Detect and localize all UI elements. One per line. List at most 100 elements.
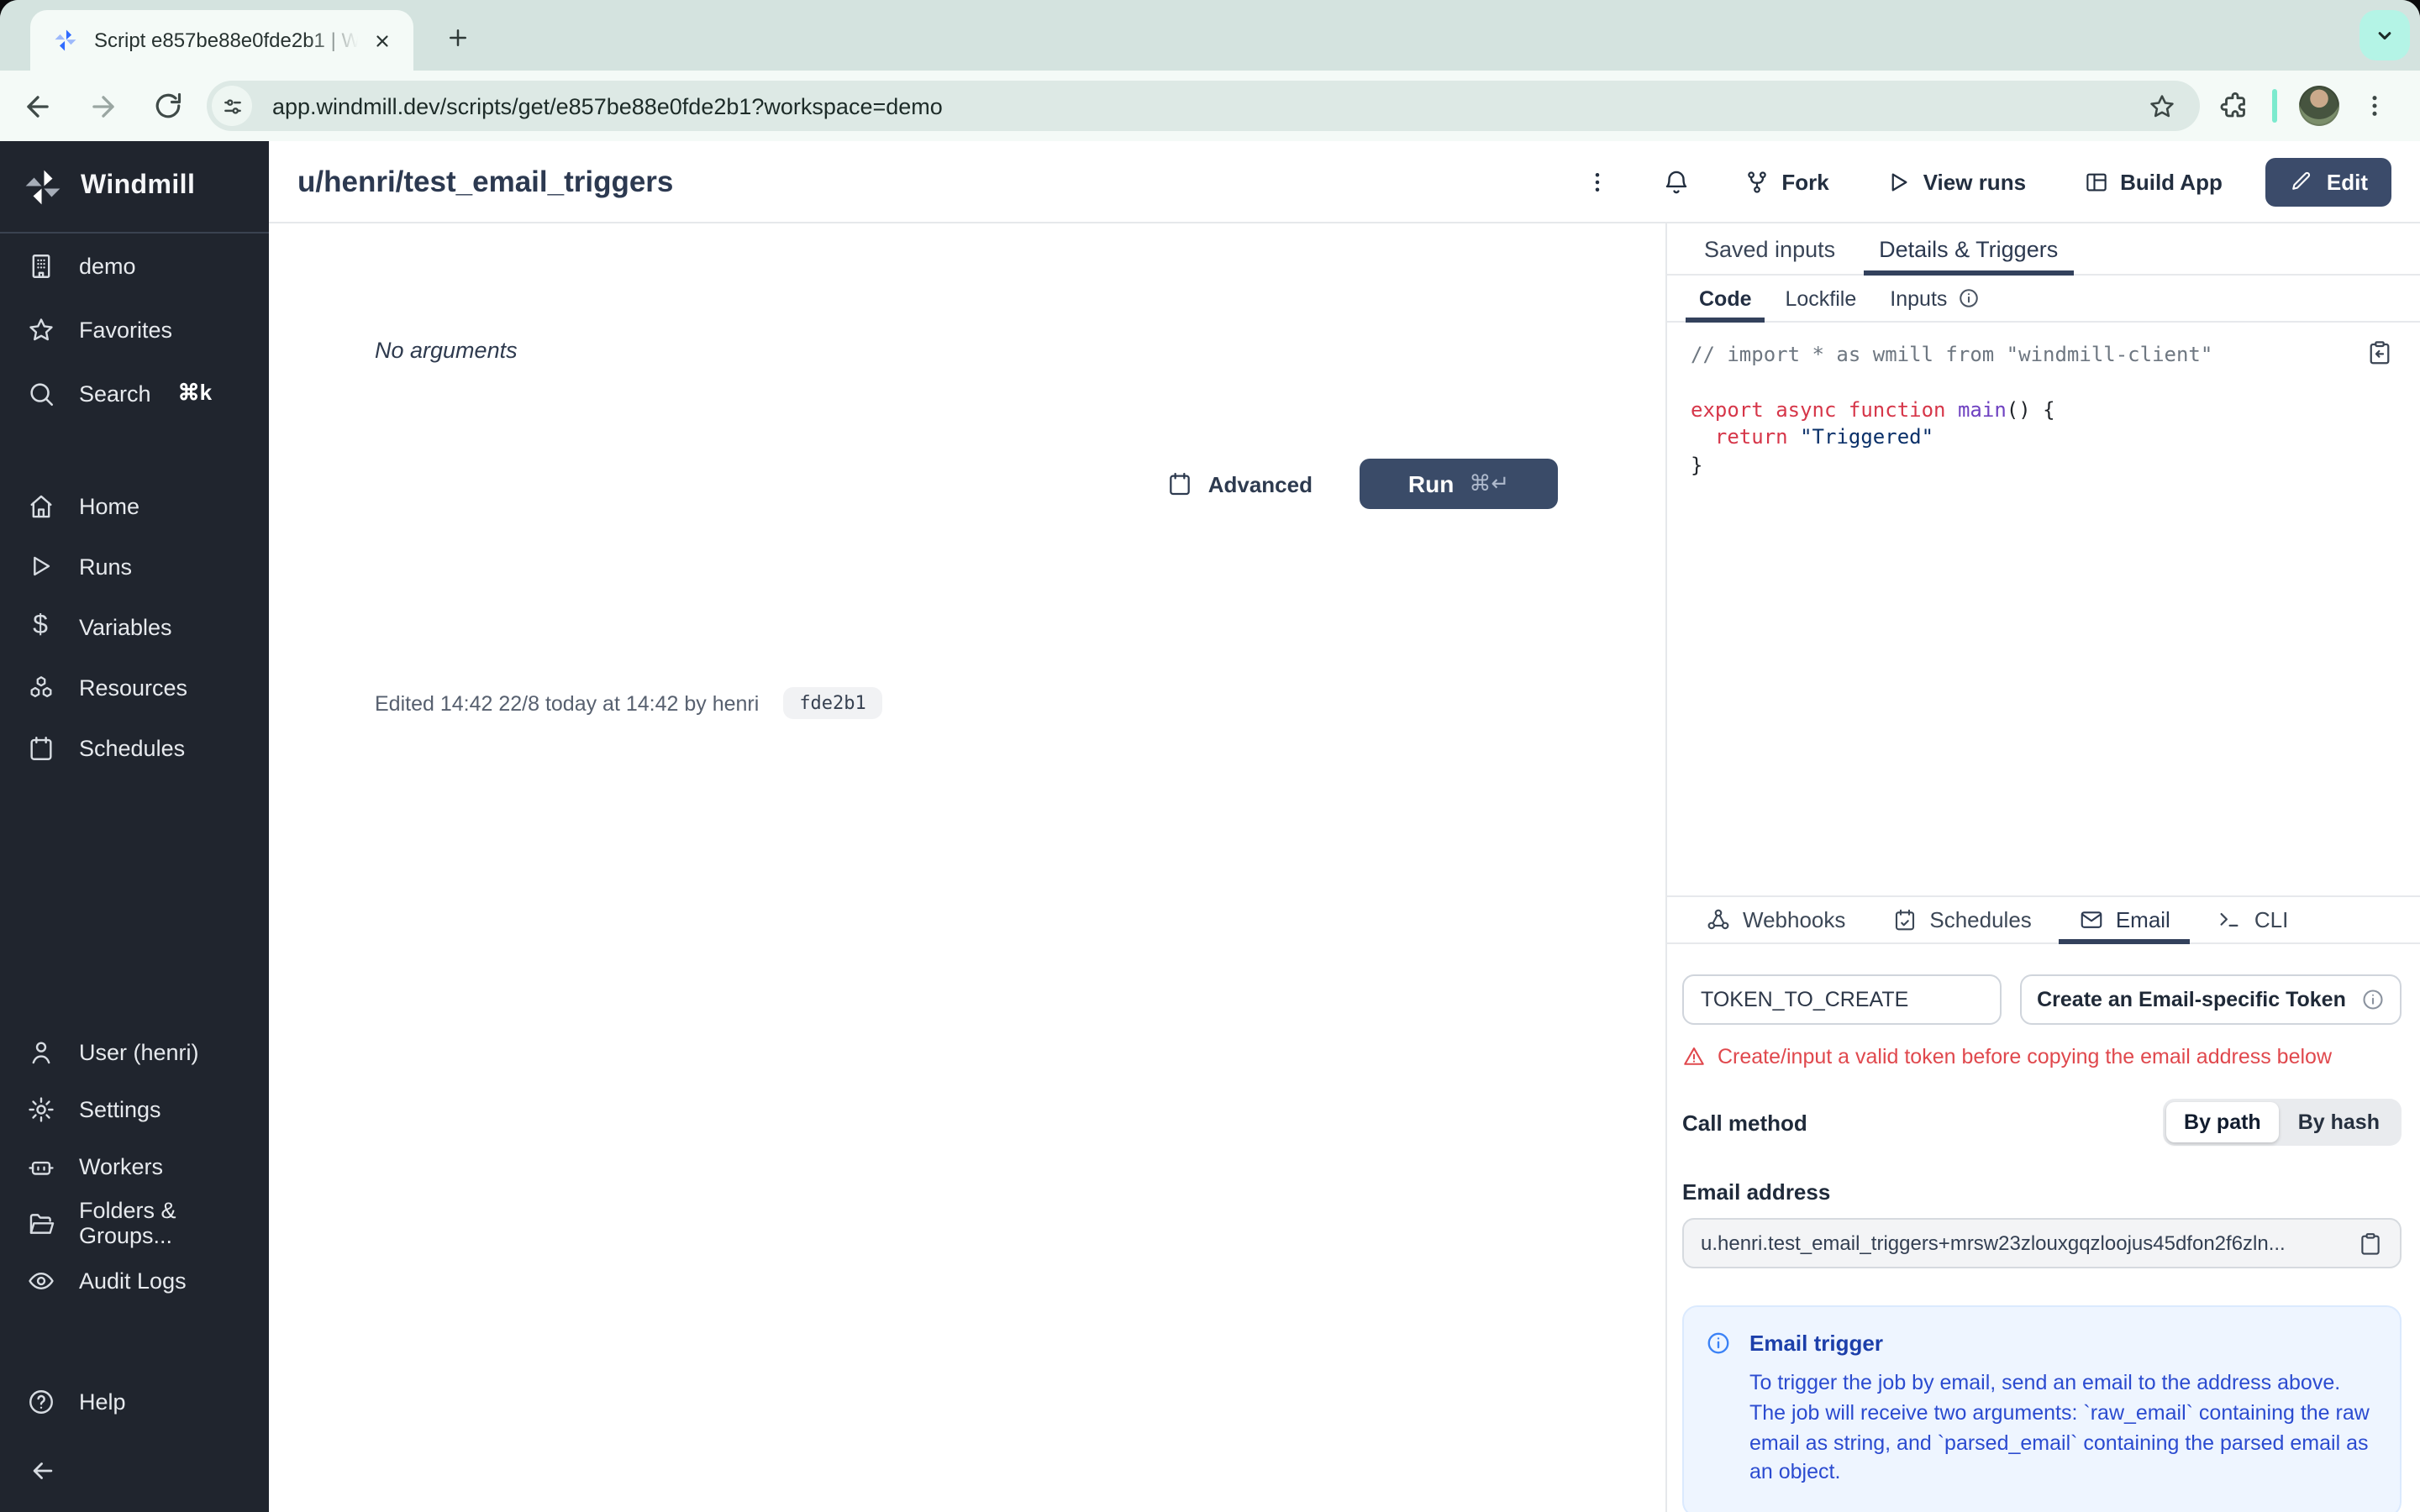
clipboard-copy-icon[interactable] <box>2358 1231 2383 1256</box>
by-hash-option[interactable]: By hash <box>2280 1102 2398 1142</box>
help-circle-icon <box>25 1387 55 1415</box>
sidebar-item-schedules[interactable]: Schedules <box>0 717 269 778</box>
sidebar-collapse-button[interactable] <box>0 1450 269 1490</box>
sidebar-item-workspace[interactable]: demo <box>0 234 269 297</box>
sidebar-item-folders-groups[interactable]: Folders & Groups... <box>0 1194 269 1252</box>
sidebar: Windmill demo Favorites Search ⌘k Home R… <box>0 141 269 1512</box>
arrow-left-icon <box>33 1462 53 1478</box>
subtab-lockfile[interactable]: Lockfile <box>1769 276 1874 321</box>
tab-close-icon[interactable] <box>366 25 397 55</box>
trigger-tabs: Webhooks Schedules Email CLI <box>1667 895 2420 944</box>
fork-label: Fork <box>1781 169 1829 194</box>
brand[interactable]: Windmill <box>0 141 269 232</box>
star-icon <box>25 315 55 344</box>
sidebar-item-help[interactable]: Help <box>0 1373 269 1430</box>
subtab-code[interactable]: Code <box>1682 276 1769 323</box>
sidebar-item-label: User (henri) <box>79 1039 199 1064</box>
advanced-label: Advanced <box>1207 471 1313 496</box>
email-trigger-info-box: Email trigger To trigger the job by emai… <box>1682 1305 2402 1512</box>
home-icon <box>25 491 55 520</box>
token-input[interactable] <box>1682 974 2002 1025</box>
play-icon <box>1892 172 1908 191</box>
chevron-down-icon <box>2378 32 2391 40</box>
url-text[interactable]: app.windmill.dev/scripts/get/e857be88e0f… <box>272 93 2148 118</box>
forward-icon[interactable] <box>74 77 131 134</box>
sidebar-item-label: Variables <box>79 614 172 639</box>
copy-code-icon[interactable] <box>2366 339 2393 366</box>
tab-cli-label: CLI <box>2254 907 2289 932</box>
subtab-inputs[interactable]: Inputs <box>1873 276 1996 321</box>
call-method-label: Call method <box>1682 1110 1807 1135</box>
profile-avatar[interactable] <box>2299 86 2339 126</box>
fork-button[interactable]: Fork <box>1744 169 1829 194</box>
sidebar-item-label: Runs <box>79 554 133 579</box>
calendar-check-icon <box>1896 909 1915 931</box>
extensions-icon[interactable] <box>2220 91 2250 121</box>
building-icon <box>25 251 55 280</box>
play-icon <box>25 553 55 580</box>
tab-email[interactable]: Email <box>2055 897 2194 944</box>
script-hash-badge[interactable]: fde2b1 <box>782 687 883 719</box>
windmill-app: Windmill demo Favorites Search ⌘k Home R… <box>0 141 2420 1512</box>
sidebar-item-home[interactable]: Home <box>0 475 269 536</box>
info-box-title: Email trigger <box>1749 1331 1883 1356</box>
header-actions: Fork View runs Build App Edit <box>1576 157 2391 206</box>
browser-menu-icon[interactable] <box>2361 92 2388 119</box>
edit-button[interactable]: Edit <box>2265 157 2391 206</box>
warning-triangle-icon <box>1684 1047 1704 1065</box>
token-warning-text: Create/input a valid token before copyin… <box>1718 1045 2332 1068</box>
browser-controls-chevron-button[interactable] <box>2360 10 2410 60</box>
create-token-button[interactable]: Create an Email-specific Token <box>2020 974 2402 1025</box>
sidebar-item-label: Workers <box>79 1153 164 1179</box>
sidebar-item-resources[interactable]: Resources <box>0 657 269 717</box>
sidebar-item-settings[interactable]: Settings <box>0 1080 269 1137</box>
search-icon <box>25 379 55 407</box>
sidebar-item-label: Favorites <box>79 317 173 342</box>
sidebar-item-audit-logs[interactable]: Audit Logs <box>0 1252 269 1309</box>
new-tab-button[interactable] <box>434 13 481 60</box>
page-title: u/henri/test_email_triggers <box>297 164 674 197</box>
run-pane: No arguments Advanced Run ⌘↵ Edited 14:4… <box>269 223 1665 1512</box>
code-viewer[interactable]: // import * as wmill from "windmill-clie… <box>1667 323 2420 895</box>
sidebar-item-label: Help <box>79 1389 126 1414</box>
code-content: // import * as wmill from "windmill-clie… <box>1691 343 2213 477</box>
view-runs-button[interactable]: View runs <box>1886 169 2026 194</box>
back-icon[interactable] <box>8 77 66 134</box>
token-row: Create an Email-specific Token <box>1682 974 2402 1025</box>
notifications-bell-icon[interactable] <box>1657 167 1694 196</box>
sidebar-item-runs[interactable]: Runs <box>0 536 269 596</box>
edited-text: Edited 14:42 22/8 today at 14:42 by henr… <box>375 691 760 715</box>
by-path-option[interactable]: By path <box>2165 1102 2280 1142</box>
bookmark-star-icon[interactable] <box>2148 92 2176 120</box>
tab-saved-inputs[interactable]: Saved inputs <box>1682 223 1857 274</box>
run-button[interactable]: Run ⌘↵ <box>1360 459 1558 509</box>
tab-details-triggers[interactable]: Details & Triggers <box>1857 223 2080 276</box>
sidebar-item-favorites[interactable]: Favorites <box>0 297 269 361</box>
browser-toolbar: app.windmill.dev/scripts/get/e857be88e0f… <box>0 71 2420 141</box>
build-app-button[interactable]: Build App <box>2083 169 2223 194</box>
tab-webhooks[interactable]: Webhooks <box>1682 897 1869 942</box>
sidebar-item-label: Audit Logs <box>79 1268 187 1293</box>
sidebar-item-variables[interactable]: $ Variables <box>0 596 269 657</box>
sidebar-item-label: Resources <box>79 675 188 700</box>
email-address-field[interactable]: u.henri.test_email_triggers+mrsw23zlouxg… <box>1682 1218 2402 1268</box>
eye-icon <box>25 1266 55 1294</box>
sidebar-item-label: Schedules <box>79 735 186 760</box>
call-method-row: Call method By path By hash <box>1682 1099 2402 1146</box>
tab-cli[interactable]: CLI <box>2194 897 2312 942</box>
browser-tab[interactable]: Script e857be88e0fde2b1 | W <box>30 10 413 71</box>
url-bar[interactable]: app.windmill.dev/scripts/get/e857be88e0f… <box>207 81 2200 131</box>
info-circle-icon <box>1706 1331 1731 1356</box>
sidebar-item-search[interactable]: Search ⌘k <box>0 361 269 425</box>
site-settings-icon[interactable] <box>212 86 252 126</box>
windmill-favicon <box>55 29 76 51</box>
reload-icon[interactable] <box>139 77 197 134</box>
view-runs-label: View runs <box>1923 169 2027 194</box>
tab-schedules[interactable]: Schedules <box>1869 897 2054 942</box>
sidebar-item-user[interactable]: User (henri) <box>0 1023 269 1080</box>
advanced-button[interactable]: Advanced <box>1166 470 1313 497</box>
more-options-kebab-icon[interactable] <box>1576 169 1617 194</box>
sidebar-item-workers[interactable]: Workers <box>0 1137 269 1194</box>
gear-icon <box>25 1095 55 1123</box>
browser-tabstrip: Script e857be88e0fde2b1 | W <box>0 0 2420 71</box>
